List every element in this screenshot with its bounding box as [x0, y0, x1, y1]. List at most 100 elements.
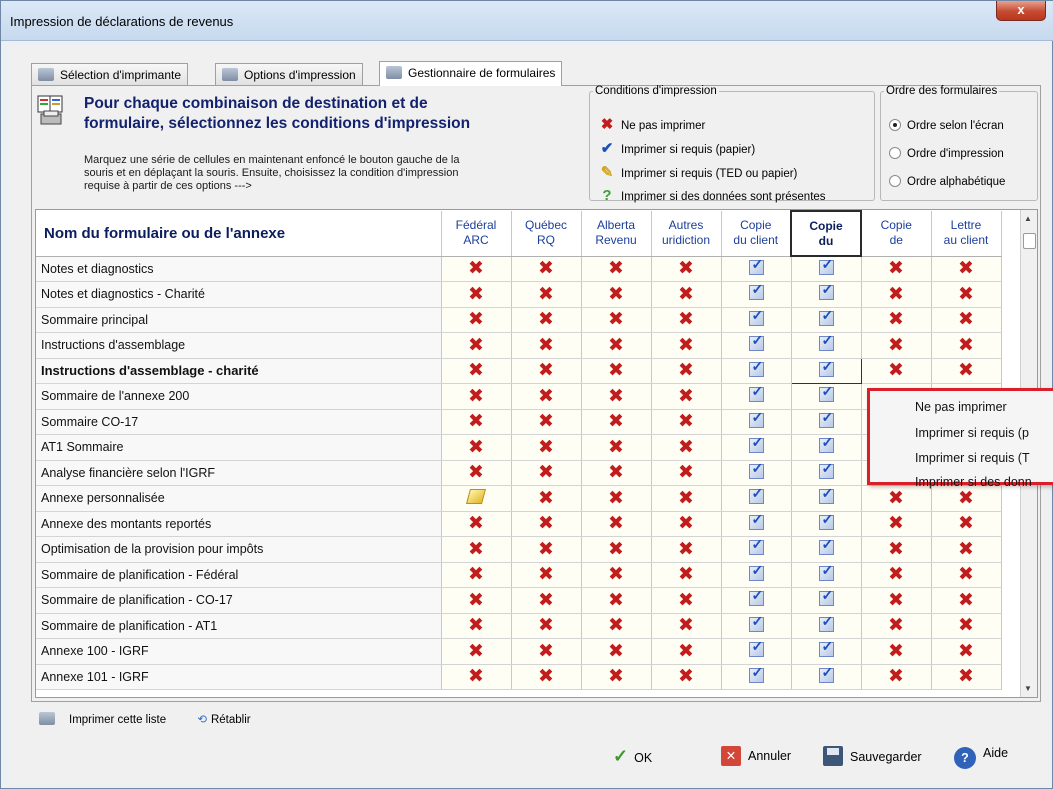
condition-cell[interactable]: ✖ [931, 511, 1002, 537]
column-header-other-jurisdiction[interactable]: Autres uridiction [651, 211, 722, 257]
condition-cell[interactable]: ✖ [441, 511, 512, 537]
condition-cell[interactable]: ✖ [441, 383, 512, 410]
condition-cell[interactable]: ✖ [581, 460, 652, 486]
form-name-cell[interactable]: Optimisation de la provision pour impôts [36, 536, 442, 563]
context-menu-item-print-paper[interactable]: Imprimer si requis (p [915, 426, 1029, 440]
condition-cell[interactable] [791, 307, 862, 333]
form-name-cell[interactable]: Sommaire de planification - Fédéral [36, 562, 442, 588]
condition-cell[interactable]: ✖ [581, 307, 652, 333]
column-header-client-letter[interactable]: Lettre au client [931, 211, 1002, 257]
condition-cell[interactable]: ✖ [651, 434, 722, 461]
form-name-cell[interactable]: Sommaire de planification - AT1 [36, 613, 442, 639]
condition-cell[interactable]: ✖ [651, 664, 722, 690]
condition-cell[interactable]: ✖ [441, 358, 512, 384]
condition-cell[interactable]: ✖ [931, 281, 1002, 308]
scroll-thumb[interactable] [1023, 233, 1036, 249]
condition-cell[interactable] [441, 485, 512, 512]
condition-cell[interactable]: ✖ [581, 562, 652, 588]
column-header-alberta[interactable]: Alberta Revenu [581, 211, 652, 257]
condition-cell[interactable]: ✖ [511, 409, 582, 435]
condition-cell[interactable] [791, 332, 862, 359]
condition-cell[interactable]: ✖ [581, 332, 652, 359]
condition-cell[interactable] [721, 587, 792, 614]
form-name-cell[interactable]: AT1 Sommaire [36, 434, 442, 461]
condition-cell[interactable] [721, 281, 792, 308]
column-header-name[interactable]: Nom du formulaire ou de l'annexe [36, 211, 442, 257]
column-header-client-copy[interactable]: Copie du client [721, 211, 792, 257]
condition-cell[interactable]: ✖ [511, 434, 582, 461]
condition-cell[interactable] [721, 562, 792, 588]
condition-cell[interactable]: ✖ [581, 256, 652, 282]
condition-cell[interactable] [721, 511, 792, 537]
condition-cell[interactable]: ✖ [651, 307, 722, 333]
condition-cell[interactable]: ✖ [581, 358, 652, 384]
condition-cell[interactable] [721, 409, 792, 435]
condition-cell[interactable]: ✖ [511, 638, 582, 665]
condition-cell[interactable]: ✖ [861, 485, 932, 512]
condition-cell[interactable]: ✖ [651, 460, 722, 486]
condition-print-ted-paper[interactable]: ✎ Imprimer si requis (TED ou papier) [598, 163, 798, 183]
condition-print-if-data[interactable]: ? Imprimer si des données sont présentes [598, 187, 825, 207]
condition-no-print[interactable]: ✖ Ne pas imprimer [598, 115, 706, 135]
condition-cell[interactable] [791, 536, 862, 563]
condition-cell[interactable]: ✖ [651, 536, 722, 563]
form-name-cell[interactable]: Instructions d'assemblage - charité [36, 358, 442, 384]
cancel-button[interactable]: ✕ Annuler [721, 746, 791, 766]
condition-cell[interactable] [721, 485, 792, 512]
condition-cell[interactable]: ✖ [441, 281, 512, 308]
condition-cell[interactable] [791, 638, 862, 665]
condition-cell[interactable]: ✖ [581, 281, 652, 308]
condition-cell[interactable] [791, 613, 862, 639]
condition-cell[interactable]: ✖ [511, 511, 582, 537]
condition-cell[interactable]: ✖ [651, 587, 722, 614]
condition-cell[interactable]: ✖ [511, 587, 582, 614]
condition-cell[interactable]: ✖ [651, 485, 722, 512]
condition-cell[interactable]: ✖ [581, 511, 652, 537]
condition-cell[interactable]: ✖ [581, 664, 652, 690]
form-name-cell[interactable]: Instructions d'assemblage [36, 332, 442, 359]
condition-cell[interactable]: ✖ [441, 256, 512, 282]
condition-cell[interactable]: ✖ [441, 536, 512, 563]
condition-cell[interactable]: ✖ [511, 460, 582, 486]
condition-cell[interactable] [791, 256, 862, 282]
context-menu-item-print-if-data[interactable]: Imprimer si des donn [915, 475, 1032, 489]
condition-cell[interactable] [791, 485, 862, 512]
condition-cell[interactable]: ✖ [441, 562, 512, 588]
print-list-link[interactable]: Imprimer cette liste [39, 712, 180, 726]
context-menu-item-no-print[interactable]: Ne pas imprimer [915, 400, 1007, 414]
condition-cell[interactable] [790, 357, 862, 384]
context-menu-item-print-ted[interactable]: Imprimer si requis (T [915, 451, 1030, 465]
condition-cell[interactable] [721, 638, 792, 665]
column-header-quebec[interactable]: Québec RQ [511, 211, 582, 257]
condition-cell[interactable]: ✖ [861, 562, 932, 588]
form-name-cell[interactable]: Sommaire de l'annexe 200 [36, 383, 442, 410]
ok-button[interactable]: ✓ OK [613, 746, 652, 767]
condition-cell[interactable]: ✖ [511, 256, 582, 282]
condition-cell[interactable]: ✖ [651, 613, 722, 639]
condition-cell[interactable]: ✖ [651, 638, 722, 665]
condition-cell[interactable]: ✖ [441, 307, 512, 333]
condition-cell[interactable]: ✖ [651, 256, 722, 282]
condition-cell[interactable] [791, 434, 862, 461]
condition-cell[interactable]: ✖ [861, 587, 932, 614]
condition-print-paper[interactable]: ✔ Imprimer si requis (papier) [598, 139, 756, 159]
condition-cell[interactable]: ✖ [581, 485, 652, 512]
condition-cell[interactable]: ✖ [581, 434, 652, 461]
condition-cell[interactable]: ✖ [861, 511, 932, 537]
form-name-cell[interactable]: Sommaire de planification - CO-17 [36, 587, 442, 614]
form-name-cell[interactable]: Annexe des montants reportés [36, 511, 442, 537]
condition-cell[interactable] [791, 460, 862, 486]
condition-cell[interactable]: ✖ [441, 460, 512, 486]
condition-cell[interactable]: ✖ [651, 383, 722, 410]
condition-cell[interactable] [791, 664, 862, 690]
condition-cell[interactable]: ✖ [861, 307, 932, 333]
condition-cell[interactable]: ✖ [861, 664, 932, 690]
condition-cell[interactable]: ✖ [931, 613, 1002, 639]
condition-cell[interactable]: ✖ [441, 638, 512, 665]
condition-cell[interactable] [721, 256, 792, 282]
condition-cell[interactable]: ✖ [931, 587, 1002, 614]
scroll-up-icon[interactable]: ▲ [1024, 214, 1032, 223]
help-button[interactable]: ? Aide [954, 746, 1008, 769]
tab-forms-manager[interactable]: Gestionnaire de formulaires [379, 61, 563, 86]
condition-cell[interactable] [721, 536, 792, 563]
